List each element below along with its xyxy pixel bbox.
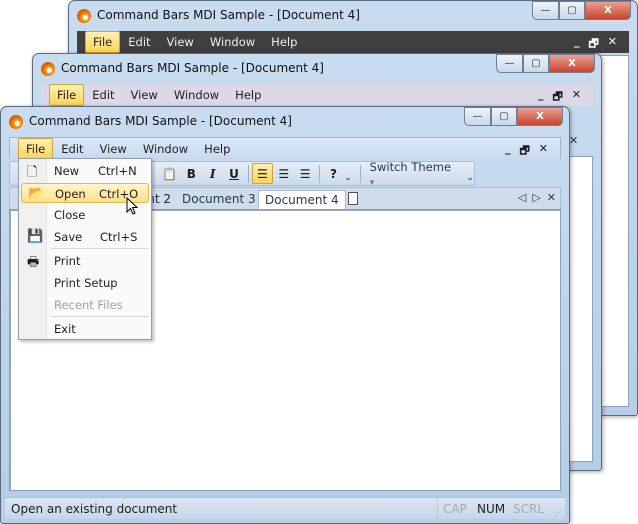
resize-grip[interactable]: ⋰ bbox=[554, 508, 562, 517]
menu-bar: File Edit View Window Help _ 🗗 ✕ bbox=[41, 84, 593, 106]
client-area bbox=[599, 55, 629, 407]
menu-bar: File Edit View Window Help _ 🗗 ✕ bbox=[77, 31, 629, 53]
menu-help[interactable]: Help bbox=[227, 84, 269, 106]
title-bar[interactable]: Command Bars MDI Sample - [Document 4] —… bbox=[33, 54, 601, 82]
dropdown-arrow-icon: ▾ bbox=[369, 177, 375, 188]
separator bbox=[359, 164, 361, 183]
title-bar[interactable]: Command Bars MDI Sample - [Document 4] —… bbox=[69, 1, 637, 29]
mdi-restore-button[interactable]: 🗗 bbox=[552, 88, 562, 107]
switch-theme-button[interactable]: Switch Theme ▾ bbox=[364, 160, 463, 188]
window-title: Command Bars MDI Sample - [Document 4] bbox=[29, 114, 292, 128]
menu-bar: File Edit View Window Help _ 🗗 ✕ bbox=[9, 137, 561, 161]
menu-file[interactable]: File bbox=[85, 31, 121, 53]
menu-separator bbox=[51, 316, 149, 317]
window-title: Command Bars MDI Sample - [Document 4] bbox=[61, 61, 324, 75]
align-center-button[interactable]: ☰ bbox=[273, 163, 294, 184]
app-logo-icon bbox=[9, 115, 23, 129]
app-logo-icon bbox=[77, 9, 91, 23]
menu-window[interactable]: Window bbox=[135, 138, 196, 160]
help-pointer-icon: ? bbox=[329, 166, 337, 181]
menu-window[interactable]: Window bbox=[166, 84, 227, 106]
tab-close-button[interactable]: ✕ bbox=[547, 191, 556, 204]
caps-lock-indicator: CAP bbox=[443, 502, 467, 516]
maximize-button[interactable]: ▢ bbox=[491, 107, 517, 126]
menu-window[interactable]: Window bbox=[202, 31, 263, 53]
paste-button[interactable]: 📋 bbox=[159, 163, 180, 184]
open-folder-icon: 📂 bbox=[28, 186, 45, 201]
menu-file[interactable]: File bbox=[49, 84, 85, 106]
close-button[interactable]: X bbox=[549, 54, 595, 73]
new-document-icon: 🗋 bbox=[27, 165, 38, 180]
menu-item-print[interactable]: 🖶 Print bbox=[21, 251, 149, 271]
menu-item-print-setup[interactable]: Print Setup bbox=[21, 273, 149, 293]
tab-document-4[interactable]: Document 4 bbox=[258, 190, 346, 210]
close-button[interactable]: X bbox=[585, 1, 631, 20]
tab-close-button[interactable]: ✕ bbox=[569, 134, 578, 147]
context-help-button[interactable]: ? bbox=[323, 163, 344, 184]
menu-edit[interactable]: Edit bbox=[53, 138, 91, 160]
menu-help[interactable]: Help bbox=[196, 138, 238, 160]
menu-view[interactable]: View bbox=[123, 84, 166, 106]
file-menu-dropdown: 🗋 New Ctrl+N 📂 Open Ctrl+O Close 💾 Save Ctrl+S… bbox=[18, 158, 152, 340]
maximize-button[interactable]: ▢ bbox=[559, 1, 585, 20]
menu-edit[interactable]: Edit bbox=[120, 31, 158, 53]
separator bbox=[318, 164, 320, 183]
printer-icon: 🖶 bbox=[27, 255, 40, 270]
scroll-lock-indicator: SCRL bbox=[513, 502, 545, 516]
menu-edit[interactable]: Edit bbox=[84, 84, 122, 106]
paste-icon: 📋 bbox=[162, 166, 178, 181]
mouse-cursor-icon bbox=[126, 197, 139, 215]
tab-scroll-right-button[interactable]: ▷ bbox=[532, 191, 540, 204]
mdi-close-button[interactable]: ✕ bbox=[608, 35, 617, 54]
menu-item-new[interactable]: 🗋 New Ctrl+N bbox=[21, 161, 149, 181]
minimize-button[interactable]: — bbox=[496, 54, 523, 73]
tab-scroll-left-button[interactable]: ◁ bbox=[518, 191, 526, 204]
italic-button[interactable]: I bbox=[202, 163, 223, 184]
tab-document-3[interactable]: Document 3 bbox=[176, 190, 262, 210]
align-left-button[interactable]: ☰ bbox=[251, 163, 274, 184]
mdi-restore-button[interactable]: 🗗 bbox=[588, 35, 598, 54]
maximize-button[interactable]: ▢ bbox=[523, 54, 549, 73]
tab-document-2-visible-part: t 2 bbox=[154, 192, 171, 206]
align-right-icon: ☰ bbox=[299, 166, 311, 181]
align-center-icon: ☰ bbox=[278, 166, 290, 181]
menu-separator bbox=[51, 248, 149, 249]
window-title: Command Bars MDI Sample - [Document 4] bbox=[97, 8, 360, 22]
title-bar[interactable]: Command Bars MDI Sample - [Document 4] —… bbox=[1, 107, 569, 135]
bold-button[interactable]: B bbox=[181, 163, 202, 184]
toolbar-options-chevron[interactable]: ⌄ bbox=[466, 173, 474, 183]
menu-help[interactable]: Help bbox=[263, 31, 305, 53]
new-tab-icon[interactable] bbox=[348, 192, 358, 205]
close-button[interactable]: X bbox=[517, 107, 563, 126]
underline-button[interactable]: U bbox=[223, 163, 244, 184]
menu-item-exit[interactable]: Exit bbox=[21, 319, 149, 339]
menu-view[interactable]: View bbox=[159, 31, 202, 53]
minimize-button[interactable]: — bbox=[464, 107, 491, 126]
align-right-button[interactable]: ☰ bbox=[294, 163, 315, 184]
menu-item-save[interactable]: 💾 Save Ctrl+S bbox=[21, 227, 149, 247]
align-left-icon: ☰ bbox=[256, 166, 268, 181]
separator bbox=[247, 164, 249, 183]
mdi-close-button[interactable]: ✕ bbox=[539, 142, 548, 161]
menu-view[interactable]: View bbox=[92, 138, 135, 160]
toolbar-options-chevron[interactable]: ⌄ bbox=[344, 173, 352, 183]
mdi-restore-button[interactable]: 🗗 bbox=[519, 142, 529, 161]
mdi-minimize-button[interactable]: _ bbox=[505, 142, 511, 161]
status-bar: Open an existing document CAP NUM SCRL ⋰ bbox=[5, 497, 565, 519]
minimize-button[interactable]: — bbox=[532, 1, 559, 20]
app-logo-icon bbox=[41, 62, 55, 76]
num-lock-indicator: NUM bbox=[477, 502, 506, 516]
menu-file[interactable]: File bbox=[18, 137, 54, 160]
mdi-close-button[interactable]: ✕ bbox=[572, 88, 581, 107]
mdi-minimize-button[interactable]: _ bbox=[538, 88, 544, 107]
save-icon: 💾 bbox=[27, 229, 44, 244]
status-message: Open an existing document bbox=[11, 502, 178, 516]
mdi-minimize-button[interactable]: _ bbox=[574, 35, 580, 54]
menu-item-recent-files: Recent Files bbox=[54, 298, 123, 312]
